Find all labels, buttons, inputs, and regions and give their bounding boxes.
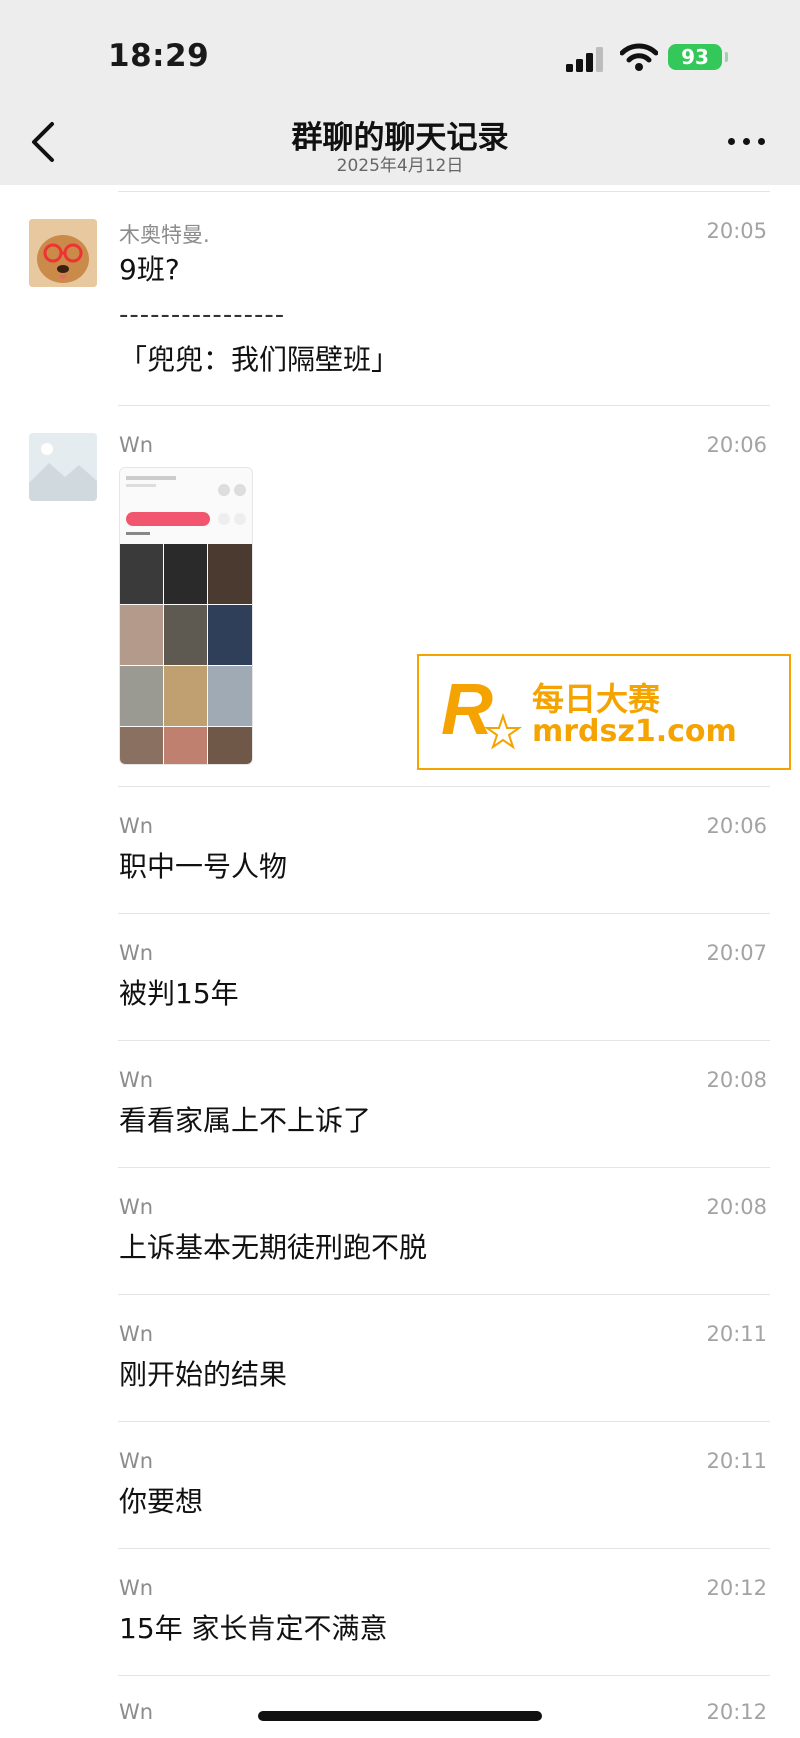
profile-screenshot-image	[120, 468, 252, 764]
message-text[interactable]: 15年 家长肯定不满意	[119, 1609, 388, 1649]
divider	[118, 191, 770, 192]
message-text[interactable]: 你要想	[119, 1482, 203, 1522]
divider	[118, 1675, 770, 1676]
divider	[118, 913, 770, 914]
battery-level: 93	[681, 45, 709, 69]
message-time: 20:11	[706, 1449, 767, 1473]
image-placeholder-icon	[29, 433, 97, 501]
dog-avatar-icon	[29, 219, 97, 287]
divider	[118, 1548, 770, 1549]
divider	[118, 1294, 770, 1295]
message-text[interactable]: 职中一号人物	[119, 847, 287, 887]
message-time: 20:08	[706, 1195, 767, 1219]
message-sender: 木奥特曼.	[119, 223, 210, 247]
svg-text:R: R	[441, 670, 493, 750]
watermark-r-star-icon: R	[441, 670, 523, 750]
message-sender: Wn	[119, 1195, 154, 1219]
image-message-thumbnail[interactable]	[119, 467, 253, 765]
message-sender: Wn	[119, 1700, 154, 1724]
message-sender: Wn	[119, 1322, 154, 1346]
message-text[interactable]: 被判15年	[119, 974, 239, 1014]
divider	[118, 786, 770, 787]
message-sender: Wn	[119, 433, 154, 457]
watermark-url: mrdsz1.com	[532, 714, 737, 749]
message-time: 20:05	[706, 219, 767, 243]
message-sender: Wn	[119, 1576, 154, 1600]
battery-icon: 93	[668, 44, 728, 70]
message-time: 20:12	[706, 1576, 767, 1600]
divider	[118, 1167, 770, 1168]
quote-separator: ----------------	[119, 300, 286, 330]
message-sender: Wn	[119, 1449, 154, 1473]
message-time: 20:12	[706, 1700, 767, 1724]
message-sender: Wn	[119, 814, 154, 838]
message-text[interactable]: 9班?	[119, 250, 180, 290]
status-time: 18:29	[108, 38, 210, 74]
message-time: 20:07	[706, 941, 767, 965]
quoted-message[interactable]: 「兜兜：我们隔壁班」	[119, 340, 399, 380]
wifi-icon	[620, 43, 658, 71]
divider	[118, 1421, 770, 1422]
message-sender: Wn	[119, 941, 154, 965]
page-subtitle: 2025年4月12日	[336, 156, 464, 176]
divider	[118, 1040, 770, 1041]
message-text[interactable]: 上诉基本无期徒刑跑不脱	[119, 1228, 427, 1268]
message-text[interactable]: 看看家属上不上诉了	[119, 1101, 371, 1141]
divider	[118, 405, 770, 406]
message-text[interactable]: 刚开始的结果	[119, 1355, 287, 1395]
avatar-placeholder[interactable]	[29, 433, 97, 501]
watermark-logo: R 每日大赛 mrdsz1.com	[417, 654, 791, 770]
signal-icon	[566, 46, 608, 72]
back-chevron-icon[interactable]	[24, 118, 64, 166]
top-bar: 18:29 93 群聊的聊天记录 2025年4月12日	[0, 0, 800, 185]
message-time: 20:06	[706, 433, 767, 457]
more-dots-icon[interactable]	[728, 138, 766, 148]
message-time: 20:11	[706, 1322, 767, 1346]
message-time: 20:08	[706, 1068, 767, 1092]
message-time: 20:06	[706, 814, 767, 838]
home-indicator[interactable]	[258, 1711, 542, 1721]
message-sender: Wn	[119, 1068, 154, 1092]
avatar[interactable]	[29, 219, 97, 287]
